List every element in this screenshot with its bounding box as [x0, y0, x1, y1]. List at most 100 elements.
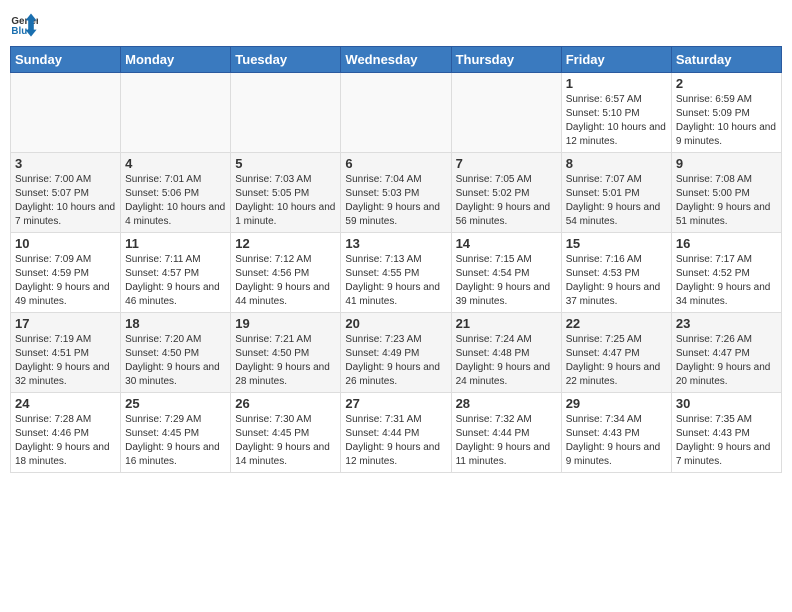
calendar-cell	[451, 73, 561, 153]
calendar-cell: 7 Sunrise: 7:05 AM Sunset: 5:02 PM Daylig…	[451, 153, 561, 233]
calendar-cell: 30 Sunrise: 7:35 AM Sunset: 4:43 PM Dayli…	[671, 393, 781, 473]
calendar-cell: 11 Sunrise: 7:11 AM Sunset: 4:57 PM Dayli…	[121, 233, 231, 313]
calendar-week-1: 1 Sunrise: 6:57 AM Sunset: 5:10 PM Daylig…	[11, 73, 782, 153]
day-info: Sunrise: 7:00 AM Sunset: 5:07 PM Dayligh…	[15, 173, 116, 229]
day-info: Sunrise: 7:15 AM Sunset: 4:54 PM Dayligh…	[456, 253, 557, 309]
day-number: 21	[456, 316, 557, 331]
calendar-cell: 19 Sunrise: 7:21 AM Sunset: 4:50 PM Dayli…	[231, 313, 341, 393]
calendar-cell	[11, 73, 121, 153]
calendar-cell: 29 Sunrise: 7:34 AM Sunset: 4:43 PM Dayli…	[561, 393, 671, 473]
calendar-cell: 3 Sunrise: 7:00 AM Sunset: 5:07 PM Daylig…	[11, 153, 121, 233]
day-info: Sunrise: 7:12 AM Sunset: 4:56 PM Dayligh…	[235, 253, 336, 309]
day-number: 3	[15, 156, 116, 171]
day-header-thursday: Thursday	[451, 47, 561, 73]
day-info: Sunrise: 7:09 AM Sunset: 4:59 PM Dayligh…	[15, 253, 116, 309]
calendar-cell: 26 Sunrise: 7:30 AM Sunset: 4:45 PM Dayli…	[231, 393, 341, 473]
day-info: Sunrise: 7:16 AM Sunset: 4:53 PM Dayligh…	[566, 253, 667, 309]
day-info: Sunrise: 7:20 AM Sunset: 4:50 PM Dayligh…	[125, 333, 226, 389]
day-number: 23	[676, 316, 777, 331]
day-header-sunday: Sunday	[11, 47, 121, 73]
day-number: 24	[15, 396, 116, 411]
calendar-cell: 18 Sunrise: 7:20 AM Sunset: 4:50 PM Dayli…	[121, 313, 231, 393]
calendar-cell: 21Sunrise: 7:24 AM Sunset: 4:48 PM Dayli…	[451, 313, 561, 393]
day-info: Sunrise: 6:57 AM Sunset: 5:10 PM Dayligh…	[566, 93, 667, 149]
day-info: Sunrise: 7:25 AM Sunset: 4:47 PM Dayligh…	[566, 333, 667, 389]
day-info: Sunrise: 7:05 AM Sunset: 5:02 PM Dayligh…	[456, 173, 557, 229]
calendar-cell	[231, 73, 341, 153]
day-number: 25	[125, 396, 226, 411]
calendar-cell: 16Sunrise: 7:17 AM Sunset: 4:52 PM Dayli…	[671, 233, 781, 313]
day-info: Sunrise: 7:11 AM Sunset: 4:57 PM Dayligh…	[125, 253, 226, 309]
day-number: 7	[456, 156, 557, 171]
day-number: 20	[345, 316, 446, 331]
calendar-header-row: SundayMondayTuesdayWednesdayThursdayFrid…	[11, 47, 782, 73]
day-number: 19	[235, 316, 336, 331]
calendar-cell: 1 Sunrise: 6:57 AM Sunset: 5:10 PM Daylig…	[561, 73, 671, 153]
day-number: 18	[125, 316, 226, 331]
day-number: 1	[566, 76, 667, 91]
day-info: Sunrise: 7:03 AM Sunset: 5:05 PM Dayligh…	[235, 173, 336, 229]
calendar-cell: 13 Sunrise: 7:13 AM Sunset: 4:55 PM Dayli…	[341, 233, 451, 313]
day-number: 28	[456, 396, 557, 411]
day-info: Sunrise: 7:19 AM Sunset: 4:51 PM Dayligh…	[15, 333, 116, 389]
calendar-cell: 15 Sunrise: 7:16 AM Sunset: 4:53 PM Dayli…	[561, 233, 671, 313]
day-number: 16	[676, 236, 777, 251]
day-info: Sunrise: 7:01 AM Sunset: 5:06 PM Dayligh…	[125, 173, 226, 229]
day-header-saturday: Saturday	[671, 47, 781, 73]
day-number: 10	[15, 236, 116, 251]
calendar: SundayMondayTuesdayWednesdayThursdayFrid…	[10, 46, 782, 473]
day-info: Sunrise: 7:21 AM Sunset: 4:50 PM Dayligh…	[235, 333, 336, 389]
day-header-friday: Friday	[561, 47, 671, 73]
calendar-cell: 14 Sunrise: 7:15 AM Sunset: 4:54 PM Dayli…	[451, 233, 561, 313]
day-info: Sunrise: 6:59 AM Sunset: 5:09 PM Dayligh…	[676, 93, 777, 149]
calendar-week-4: 17 Sunrise: 7:19 AM Sunset: 4:51 PM Dayli…	[11, 313, 782, 393]
calendar-cell: 5Sunrise: 7:03 AM Sunset: 5:05 PM Daylig…	[231, 153, 341, 233]
day-number: 29	[566, 396, 667, 411]
calendar-cell: 12Sunrise: 7:12 AM Sunset: 4:56 PM Dayli…	[231, 233, 341, 313]
calendar-cell: 4 Sunrise: 7:01 AM Sunset: 5:06 PM Daylig…	[121, 153, 231, 233]
calendar-cell: 10 Sunrise: 7:09 AM Sunset: 4:59 PM Dayli…	[11, 233, 121, 313]
day-number: 15	[566, 236, 667, 251]
day-number: 11	[125, 236, 226, 251]
calendar-cell: 24Sunrise: 7:28 AM Sunset: 4:46 PM Dayli…	[11, 393, 121, 473]
calendar-cell: 27Sunrise: 7:31 AM Sunset: 4:44 PM Dayli…	[341, 393, 451, 473]
day-info: Sunrise: 7:34 AM Sunset: 4:43 PM Dayligh…	[566, 413, 667, 469]
day-header-monday: Monday	[121, 47, 231, 73]
day-number: 4	[125, 156, 226, 171]
day-number: 27	[345, 396, 446, 411]
calendar-cell	[121, 73, 231, 153]
calendar-cell: 23Sunrise: 7:26 AM Sunset: 4:47 PM Dayli…	[671, 313, 781, 393]
day-number: 13	[345, 236, 446, 251]
calendar-week-5: 24Sunrise: 7:28 AM Sunset: 4:46 PM Dayli…	[11, 393, 782, 473]
calendar-cell: 8Sunrise: 7:07 AM Sunset: 5:01 PM Daylig…	[561, 153, 671, 233]
day-number: 14	[456, 236, 557, 251]
calendar-cell: 17 Sunrise: 7:19 AM Sunset: 4:51 PM Dayli…	[11, 313, 121, 393]
calendar-cell: 22 Sunrise: 7:25 AM Sunset: 4:47 PM Dayli…	[561, 313, 671, 393]
day-header-tuesday: Tuesday	[231, 47, 341, 73]
calendar-week-3: 10 Sunrise: 7:09 AM Sunset: 4:59 PM Dayli…	[11, 233, 782, 313]
day-header-wednesday: Wednesday	[341, 47, 451, 73]
day-number: 17	[15, 316, 116, 331]
day-number: 6	[345, 156, 446, 171]
calendar-cell: 9 Sunrise: 7:08 AM Sunset: 5:00 PM Daylig…	[671, 153, 781, 233]
day-number: 2	[676, 76, 777, 91]
calendar-cell: 6Sunrise: 7:04 AM Sunset: 5:03 PM Daylig…	[341, 153, 451, 233]
calendar-cell: 20 Sunrise: 7:23 AM Sunset: 4:49 PM Dayli…	[341, 313, 451, 393]
logo: General Blue	[10, 10, 38, 38]
day-info: Sunrise: 7:32 AM Sunset: 4:44 PM Dayligh…	[456, 413, 557, 469]
calendar-cell: 2 Sunrise: 6:59 AM Sunset: 5:09 PM Daylig…	[671, 73, 781, 153]
day-info: Sunrise: 7:23 AM Sunset: 4:49 PM Dayligh…	[345, 333, 446, 389]
day-info: Sunrise: 7:30 AM Sunset: 4:45 PM Dayligh…	[235, 413, 336, 469]
day-info: Sunrise: 7:08 AM Sunset: 5:00 PM Dayligh…	[676, 173, 777, 229]
calendar-cell	[341, 73, 451, 153]
day-info: Sunrise: 7:13 AM Sunset: 4:55 PM Dayligh…	[345, 253, 446, 309]
day-info: Sunrise: 7:07 AM Sunset: 5:01 PM Dayligh…	[566, 173, 667, 229]
calendar-week-2: 3 Sunrise: 7:00 AM Sunset: 5:07 PM Daylig…	[11, 153, 782, 233]
header: General Blue	[10, 10, 782, 38]
day-info: Sunrise: 7:35 AM Sunset: 4:43 PM Dayligh…	[676, 413, 777, 469]
day-number: 26	[235, 396, 336, 411]
day-number: 30	[676, 396, 777, 411]
day-info: Sunrise: 7:29 AM Sunset: 4:45 PM Dayligh…	[125, 413, 226, 469]
day-number: 22	[566, 316, 667, 331]
day-number: 9	[676, 156, 777, 171]
